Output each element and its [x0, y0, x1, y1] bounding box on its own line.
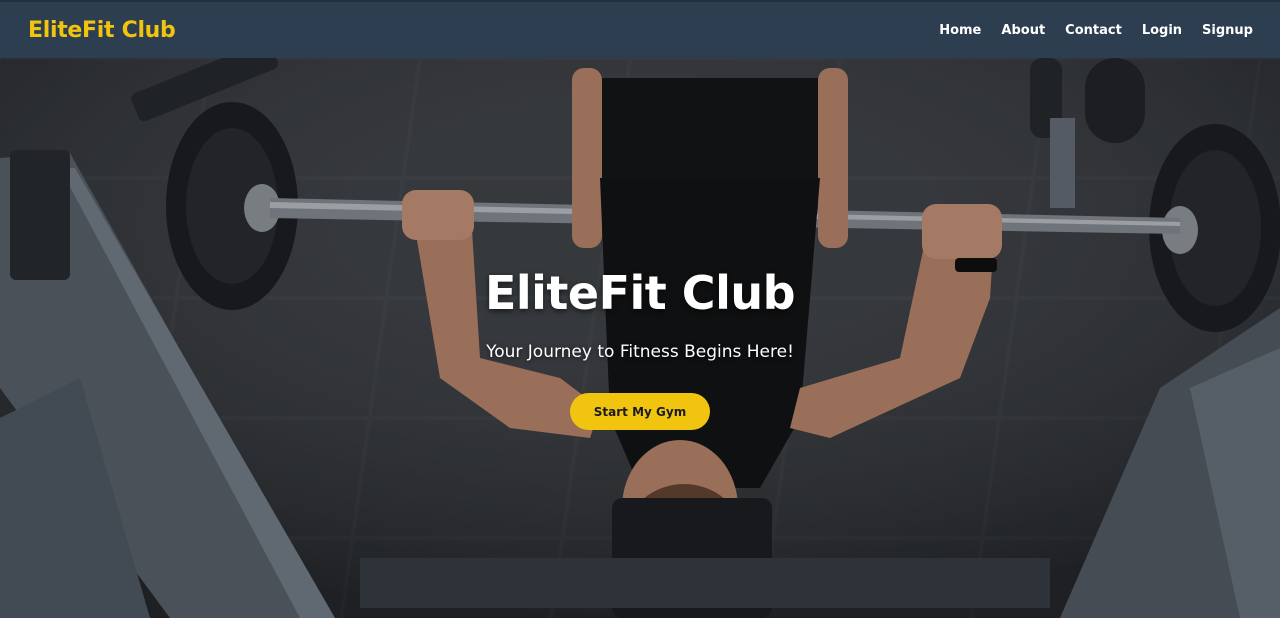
nav-link-about[interactable]: About	[1001, 23, 1045, 38]
nav-link-home[interactable]: Home	[939, 23, 981, 38]
navbar: EliteFit Club Home About Contact Login S…	[0, 0, 1280, 58]
hero-title: EliteFit Club	[484, 266, 796, 320]
nav-links: Home About Contact Login Signup	[939, 23, 1253, 38]
start-my-gym-button[interactable]: Start My Gym	[570, 393, 710, 430]
nav-link-signup[interactable]: Signup	[1202, 23, 1253, 38]
hero-section: EliteFit Club Your Journey to Fitness Be…	[0, 58, 1280, 618]
brand-logo[interactable]: EliteFit Club	[28, 18, 176, 43]
hero-overlay	[0, 58, 1280, 618]
nav-link-contact[interactable]: Contact	[1065, 23, 1122, 38]
hero-subtitle: Your Journey to Fitness Begins Here!	[486, 342, 794, 362]
nav-link-login[interactable]: Login	[1142, 23, 1182, 38]
